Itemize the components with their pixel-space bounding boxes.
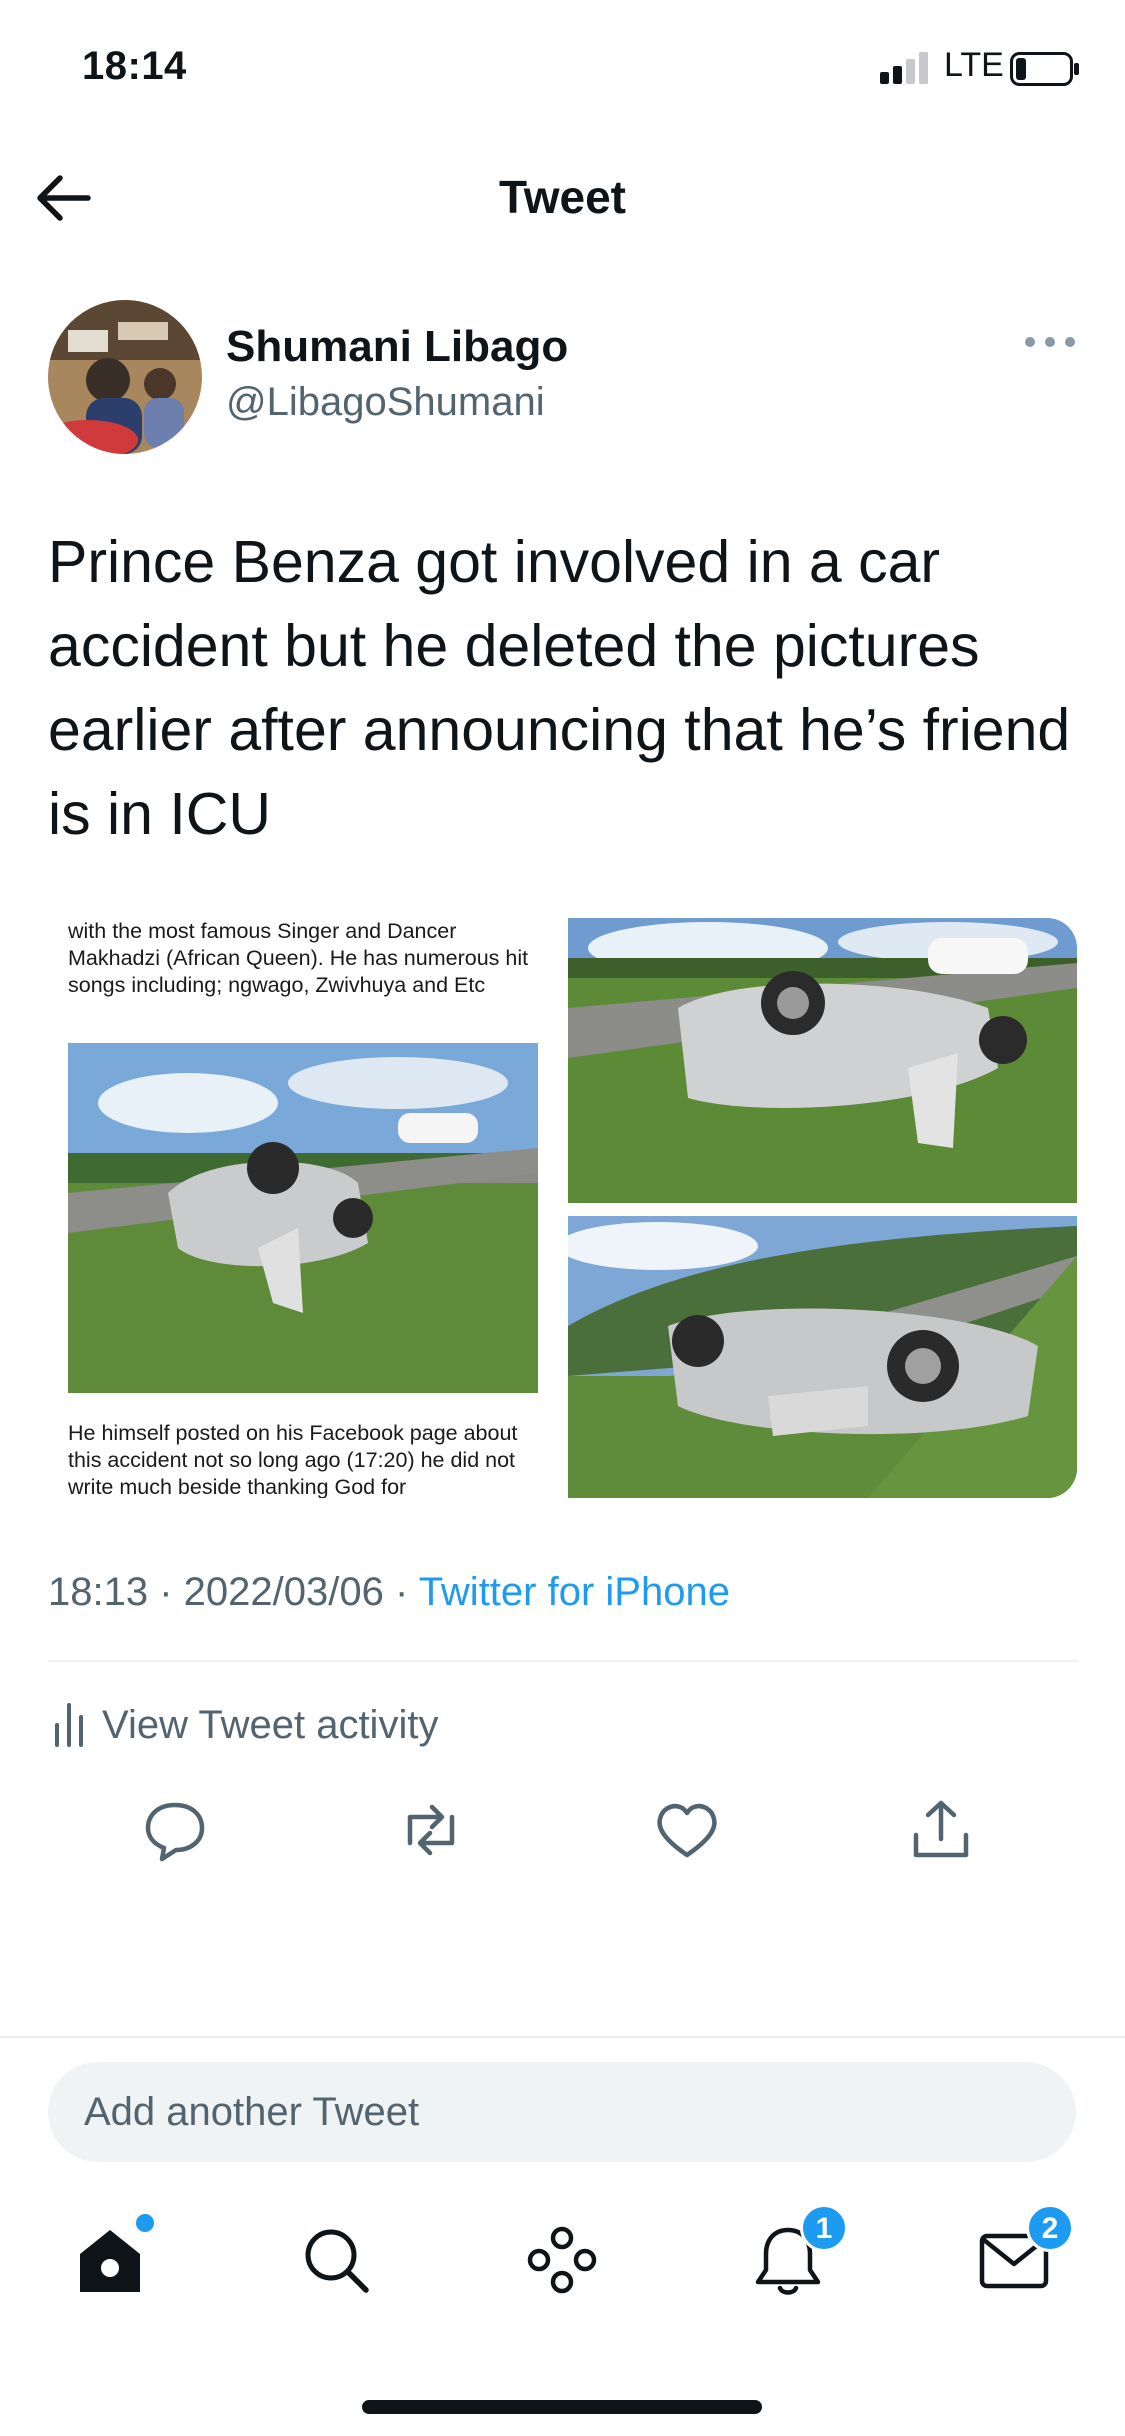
share-icon[interactable]	[906, 1795, 976, 1865]
spaces-icon	[527, 2226, 597, 2294]
tweet-time: 18:13	[48, 1570, 149, 1614]
tweet-meta: 18:13 · 2022/03/06 · Twitter for iPhone	[48, 1570, 730, 1615]
tab-messages[interactable]: 2	[976, 2204, 1074, 2298]
signal-icon	[880, 52, 928, 84]
divider	[0, 2036, 1125, 2038]
retweet-icon[interactable]	[396, 1795, 466, 1865]
author-handle[interactable]: @LibagoShumani	[226, 380, 545, 425]
activity-label: View Tweet activity	[102, 1702, 439, 1747]
add-tweet-input[interactable]	[48, 2062, 1076, 2162]
home-icon	[80, 2230, 140, 2292]
tab-home[interactable]	[72, 2214, 154, 2298]
battery-icon	[1010, 52, 1079, 86]
search-icon	[305, 2229, 369, 2293]
author-name[interactable]: Shumani Libago	[226, 322, 568, 372]
home-indicator	[362, 2400, 762, 2414]
network-type: LTE	[944, 46, 1004, 84]
car-accident-photo[interactable]	[568, 1216, 1077, 1498]
separator: ·	[383, 1570, 419, 1614]
tweet-date: 2022/03/06	[183, 1570, 384, 1614]
media-grid[interactable]: with the most famous Singer and Dancer M…	[48, 918, 1077, 1498]
tweet-source-link[interactable]: Twitter for iPhone	[419, 1570, 730, 1614]
heart-icon[interactable]	[652, 1795, 722, 1865]
view-tweet-activity[interactable]: View Tweet activity	[54, 1695, 438, 1755]
reply-icon[interactable]	[140, 1795, 210, 1865]
new-content-dot	[136, 2214, 154, 2232]
divider	[48, 1660, 1078, 1662]
media-article-screenshot[interactable]: with the most famous Singer and Dancer M…	[48, 918, 553, 1498]
back-arrow-icon[interactable]	[30, 168, 100, 228]
page-title: Tweet	[499, 171, 626, 223]
messages-badge: 2	[1026, 2204, 1074, 2252]
article-text-top: with the most famous Singer and Dancer M…	[68, 919, 529, 997]
tweet-text: Prince Benza got involved in a car accid…	[48, 529, 1071, 847]
separator: ·	[148, 1570, 184, 1614]
article-text-bottom: He himself posted on his Facebook page a…	[68, 1421, 518, 1498]
avatar[interactable]	[48, 300, 202, 454]
tab-notifications[interactable]: 1	[750, 2204, 848, 2298]
car-accident-photo	[68, 1043, 538, 1393]
car-accident-photo[interactable]	[568, 918, 1077, 1203]
more-dots-icon[interactable]	[1020, 330, 1080, 354]
status-time: 18:14	[82, 44, 187, 88]
tab-spaces[interactable]	[524, 2222, 600, 2298]
tab-search[interactable]	[298, 2222, 374, 2298]
notifications-badge: 1	[800, 2204, 848, 2252]
bar-chart-icon	[55, 1703, 83, 1747]
